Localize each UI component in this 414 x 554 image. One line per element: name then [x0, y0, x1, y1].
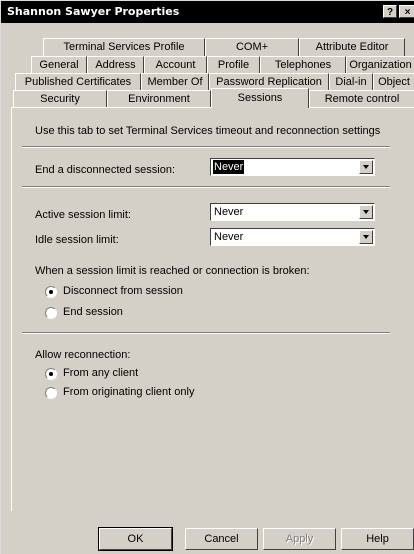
any-client-radio[interactable]: [45, 368, 57, 380]
idle-limit-label: Idle session limit:: [35, 234, 119, 246]
chevron-down-icon[interactable]: [359, 160, 373, 174]
tab-remote-control[interactable]: Remote control: [309, 90, 414, 108]
disconnect-option-label[interactable]: Disconnect from session: [63, 285, 183, 297]
active-limit-select[interactable]: Never: [210, 203, 375, 221]
separator: [22, 332, 390, 334]
tab-dial-in[interactable]: Dial-in: [329, 73, 373, 91]
disconnect-radio[interactable]: [45, 286, 57, 298]
title-bar[interactable]: Shannon Sawyer Properties ? ×: [1, 1, 414, 23]
chevron-down-icon[interactable]: [359, 205, 373, 219]
end-session-option-label[interactable]: End session: [63, 306, 123, 318]
tab-general[interactable]: General: [31, 56, 87, 74]
tab-row-1: Terminal Services Profile COM+ Attribute…: [11, 38, 414, 56]
tab-com-plus[interactable]: COM+: [205, 38, 299, 56]
tab-member-of[interactable]: Member Of: [141, 73, 209, 91]
help-button[interactable]: Help: [341, 528, 414, 550]
apply-button[interactable]: Apply: [263, 528, 336, 550]
end-disconnected-label: End a disconnected session:: [35, 164, 176, 176]
active-limit-value: Never: [214, 206, 244, 218]
idle-limit-select[interactable]: Never: [210, 228, 375, 246]
help-question-button[interactable]: ?: [383, 5, 397, 18]
chevron-down-icon[interactable]: [359, 230, 373, 244]
tab-environment[interactable]: Environment: [107, 90, 211, 108]
tab-terminal-services-profile[interactable]: Terminal Services Profile: [43, 38, 205, 56]
tab-object[interactable]: Object: [373, 73, 414, 91]
window-title: Shannon Sawyer Properties: [7, 5, 180, 18]
any-client-option-label[interactable]: From any client: [63, 367, 138, 379]
separator: [22, 186, 390, 188]
tab-account[interactable]: Account: [144, 56, 207, 74]
tab-telephones[interactable]: Telephones: [260, 56, 346, 74]
allow-reconnection-label: Allow reconnection:: [35, 349, 131, 361]
tab-profile[interactable]: Profile: [207, 56, 260, 74]
tab-address[interactable]: Address: [87, 56, 144, 74]
tab-published-certificates[interactable]: Published Certificates: [15, 73, 141, 91]
end-session-radio[interactable]: [45, 307, 57, 319]
limit-reached-label: When a session limit is reached or conne…: [35, 265, 310, 277]
tab-security[interactable]: Security: [13, 90, 107, 108]
tab-sessions[interactable]: Sessions: [211, 88, 309, 108]
separator: [22, 146, 390, 148]
intro-text: Use this tab to set Terminal Services ti…: [35, 125, 381, 137]
originating-client-option-label[interactable]: From originating client only: [63, 386, 194, 398]
originating-client-radio[interactable]: [45, 387, 57, 399]
tab-attribute-editor[interactable]: Attribute Editor: [299, 38, 405, 56]
close-button[interactable]: ×: [399, 5, 414, 18]
idle-limit-value: Never: [214, 231, 244, 243]
cancel-button[interactable]: Cancel: [185, 528, 258, 550]
tab-organization[interactable]: Organization: [346, 56, 414, 74]
ok-button[interactable]: OK: [98, 527, 173, 551]
tab-row-2: General Address Account Profile Telephon…: [11, 56, 414, 74]
active-limit-label: Active session limit:: [35, 209, 131, 221]
end-disconnected-select[interactable]: Never: [210, 158, 375, 176]
properties-dialog: Shannon Sawyer Properties ? × Terminal S…: [0, 0, 414, 554]
end-disconnected-value: Never: [213, 160, 245, 174]
tab-row-4: Security Environment Sessions Remote con…: [11, 88, 414, 108]
